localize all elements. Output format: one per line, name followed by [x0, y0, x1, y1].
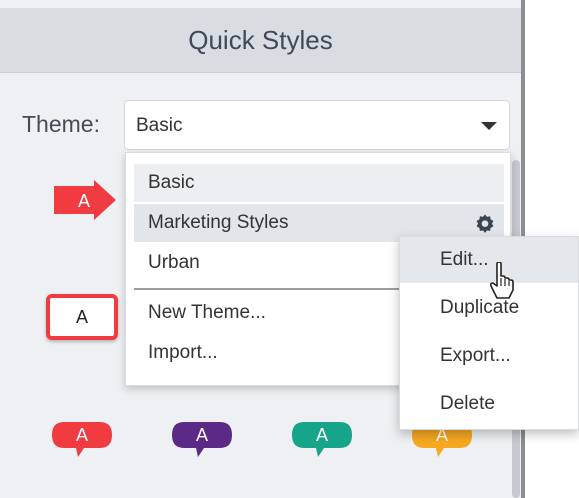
context-item-label: Edit... [440, 249, 489, 270]
context-item-export[interactable]: Export... [400, 333, 578, 379]
callout-style-swatch-teal[interactable]: A [290, 420, 354, 460]
callout-style-label: A [196, 425, 208, 445]
theme-select-value: Basic [136, 115, 183, 136]
theme-select[interactable]: Basic [124, 100, 510, 150]
menu-item-basic[interactable]: Basic [134, 164, 504, 202]
callout-style-label: A [76, 425, 88, 445]
menu-item-label: Urban [148, 252, 200, 273]
theme-label: Theme: [22, 111, 100, 137]
context-item-label: Export... [440, 345, 511, 366]
arrow-style-label: A [78, 191, 90, 211]
menu-item-label: Basic [148, 172, 195, 193]
callout-style-label: A [316, 425, 328, 445]
callout-style-swatch-red[interactable]: A [50, 420, 114, 460]
menu-item-label: Import... [148, 342, 218, 363]
gear-icon[interactable] [474, 213, 496, 235]
callout-style-swatch-purple[interactable]: A [170, 420, 234, 460]
box-style-swatch[interactable]: A [46, 294, 118, 340]
context-item-label: Duplicate [440, 297, 520, 318]
box-style-label: A [75, 306, 88, 327]
menu-item-label: New Theme... [148, 302, 266, 323]
context-item-label: Delete [440, 393, 495, 414]
panel-title: Quick Styles [188, 24, 333, 55]
panel-header: Quick Styles [0, 8, 521, 73]
pointer-cursor-icon [489, 262, 514, 299]
chevron-down-icon [481, 122, 497, 130]
arrow-style-swatch[interactable]: A [50, 178, 120, 222]
context-item-delete[interactable]: Delete [400, 381, 578, 427]
menu-item-label: Marketing Styles [148, 212, 289, 233]
